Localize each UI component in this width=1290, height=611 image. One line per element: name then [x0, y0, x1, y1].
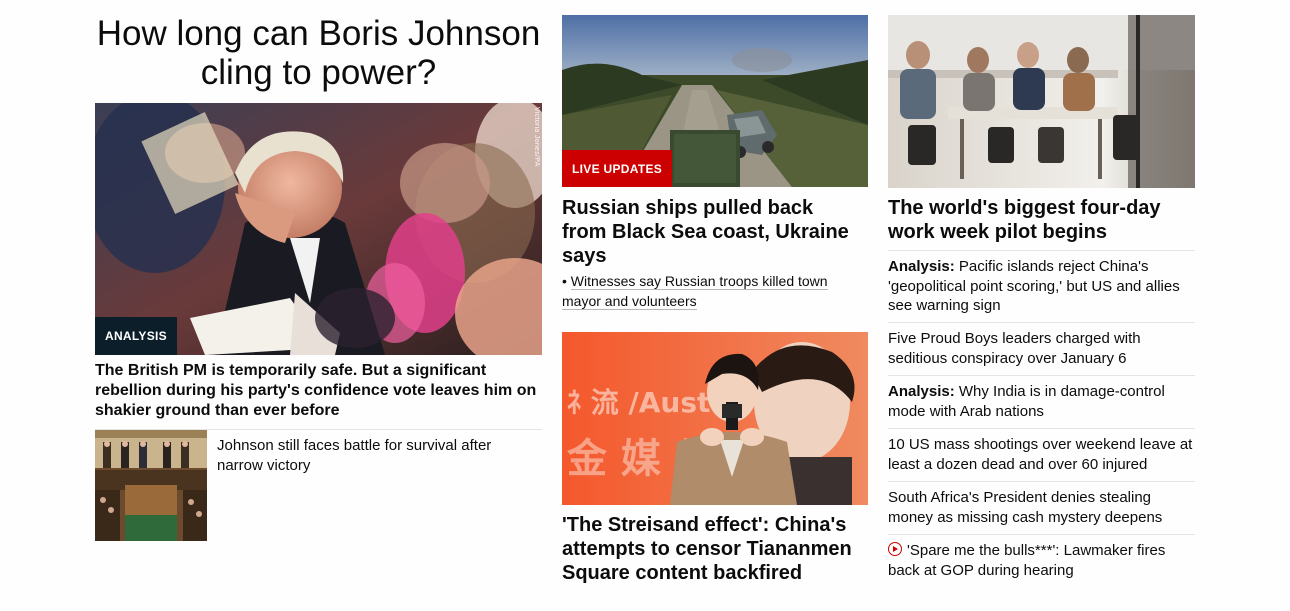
divider: [888, 322, 1195, 323]
parliament-photo-illustration: [95, 430, 207, 541]
divider: [888, 534, 1195, 535]
lead-story-image[interactable]: Victoria Jones/PA ANALYSIS: [95, 103, 542, 355]
analysis-label: Analysis:: [888, 383, 955, 400]
china-photo-illustration: ﾈ 流 /Aust 金 媒 体: [562, 332, 868, 505]
photo-credit: Victoria Jones/PA: [533, 107, 540, 167]
headline-text: Five Proud Boys leaders charged with sed…: [888, 330, 1141, 367]
headline-list-item[interactable]: Analysis: Why India is in damage-control…: [888, 382, 1195, 421]
video-headline-list-item[interactable]: 'Spare me the bulls***': Lawmaker fires …: [888, 541, 1195, 580]
divider: [888, 481, 1195, 482]
ukraine-story-image[interactable]: LIVE UPDATES: [562, 15, 868, 187]
play-video-icon: [888, 542, 902, 556]
headline-text: 10 US mass shootings over weekend leave …: [888, 436, 1193, 473]
divider: [888, 250, 1195, 251]
ukraine-story-title[interactable]: Russian ships pulled back from Black Sea…: [562, 196, 862, 268]
live-updates-badge: LIVE UPDATES: [562, 150, 673, 187]
headline-text: 'Spare me the bulls***': Lawmaker fires …: [888, 542, 1166, 579]
lead-headline[interactable]: How long can Boris Johnson cling to powe…: [95, 14, 542, 92]
headline-list-item[interactable]: Analysis: Pacific islands reject China's…: [888, 257, 1195, 316]
bullet-icon: •: [562, 273, 571, 289]
lead-story-deck[interactable]: The British PM is temporarily safe. But …: [95, 361, 542, 421]
headline-list-item[interactable]: South Africa's President denies stealing…: [888, 488, 1195, 527]
analysis-label: Analysis:: [888, 258, 955, 275]
headline-list-item[interactable]: 10 US mass shootings over weekend leave …: [888, 435, 1195, 474]
related-story-link[interactable]: Johnson still faces battle for survival …: [217, 436, 527, 475]
ukraine-related-link[interactable]: • Witnesses say Russian troops killed to…: [562, 272, 862, 311]
headline-text: South Africa's President denies stealing…: [888, 489, 1163, 526]
related-story-thumbnail[interactable]: [95, 430, 207, 541]
ukraine-related-link-text: Witnesses say Russian troops killed town…: [562, 273, 828, 310]
svg-text:ﾈ 流 /Aust: ﾈ 流 /Aust: [567, 386, 710, 419]
analysis-badge: ANALYSIS: [95, 317, 177, 355]
four-day-week-story-title[interactable]: The world's biggest four-day work week p…: [888, 196, 1188, 244]
headline-list-item[interactable]: Five Proud Boys leaders charged with sed…: [888, 329, 1195, 368]
china-story-title[interactable]: 'The Streisand effect': China's attempts…: [562, 513, 868, 585]
china-story-image[interactable]: ﾈ 流 /Aust 金 媒 体: [562, 332, 868, 505]
divider: [888, 428, 1195, 429]
four-day-week-story-image[interactable]: [888, 15, 1195, 188]
divider: [888, 375, 1195, 376]
office-photo-illustration: [888, 15, 1195, 188]
